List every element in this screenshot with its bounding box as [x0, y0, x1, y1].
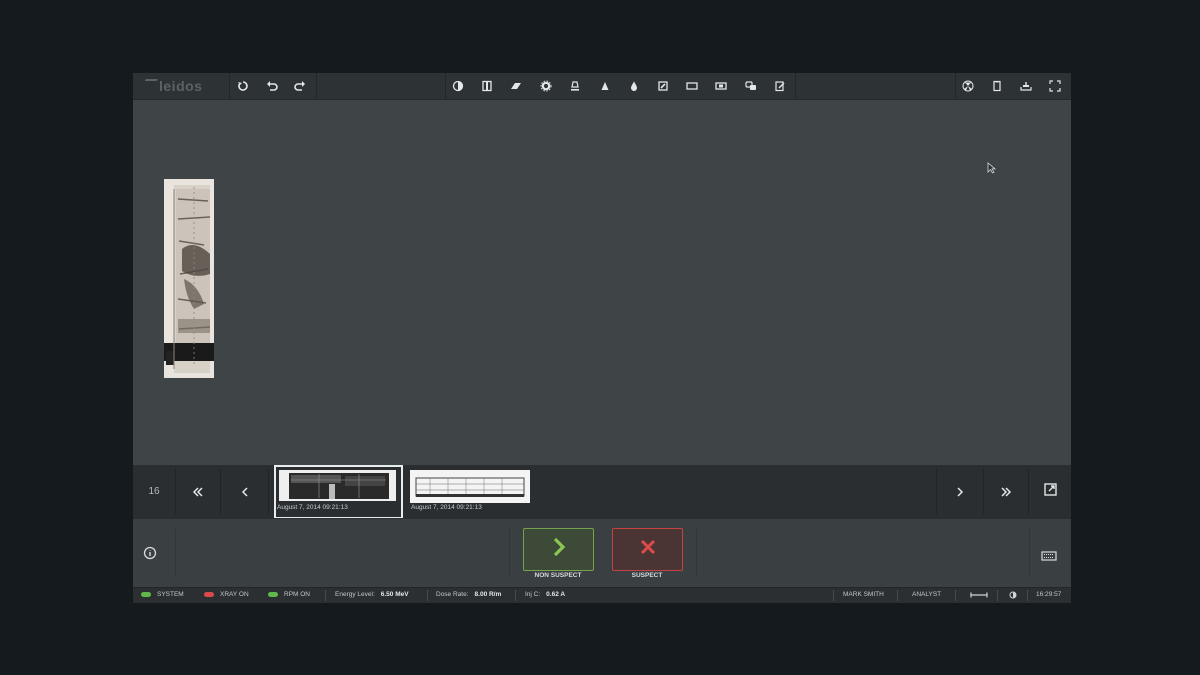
system-status-label: SYSTEM — [157, 591, 184, 598]
redo-icon[interactable] — [291, 77, 309, 95]
leidos-logo: leidos — [140, 77, 203, 95]
chevron-right-icon — [551, 537, 567, 562]
rectangle-icon[interactable] — [683, 77, 701, 95]
thumbnail-strip: 16 August 7, 2014 09:21:13 August 7, 201… — [133, 465, 1071, 519]
brightness-icon[interactable] — [1009, 591, 1017, 599]
chevron-left-icon — [241, 484, 249, 500]
rpm-status: RPM ON — [268, 591, 310, 598]
logo-mark-icon — [140, 79, 158, 89]
energy-level-value: 6.50 MeV — [380, 591, 409, 598]
injector-current-label: Inj C: — [525, 591, 541, 598]
energy-level: Energy Level: 6.50 MeV — [335, 591, 409, 598]
last-image-button[interactable] — [984, 465, 1028, 518]
triangle-icon[interactable] — [596, 77, 614, 95]
eraser-icon[interactable] — [507, 77, 525, 95]
status-bar: SYSTEM XRAY ON RPM ON Energy Level: 6.50… — [133, 587, 1071, 603]
thumbnail-date: August 7, 2014 09:21:13 — [411, 504, 482, 511]
thumbnail-scan-image — [279, 470, 396, 501]
info-icon[interactable] — [143, 546, 157, 565]
rpm-status-led — [268, 592, 278, 597]
injector-current: Inj C: 0.62 A — [525, 591, 565, 598]
thumbnail-scan-image — [410, 470, 530, 503]
note-icon[interactable] — [771, 77, 789, 95]
tray-icon[interactable] — [1017, 77, 1035, 95]
double-chevron-left-icon — [192, 484, 204, 500]
clipboard-icon[interactable] — [988, 77, 1006, 95]
dose-rate-value: 8.00 R/m — [474, 591, 502, 598]
undo-icon[interactable] — [263, 77, 281, 95]
rotate-icon[interactable] — [234, 77, 252, 95]
non-suspect-label: NON SUSPECT — [534, 572, 582, 579]
thumbnail-1[interactable]: August 7, 2014 09:21:13 — [274, 465, 403, 519]
energy-level-label: Energy Level: — [335, 591, 375, 598]
popout-button[interactable] — [1029, 465, 1071, 518]
image-count-label: 16 — [148, 486, 160, 497]
drop-icon[interactable] — [625, 77, 643, 95]
xray-scan-image[interactable] — [164, 179, 214, 378]
lamp-icon[interactable] — [566, 77, 584, 95]
decision-bar: NON SUSPECT SUSPECT — [133, 518, 1071, 587]
previous-image-button[interactable] — [221, 465, 268, 518]
chevron-right-icon — [956, 484, 964, 500]
logo-text: leidos — [159, 78, 203, 94]
region-icon[interactable] — [712, 77, 730, 95]
close-icon — [639, 538, 657, 561]
edit-frame-icon[interactable] — [654, 77, 672, 95]
first-image-button[interactable] — [176, 465, 220, 518]
fullscreen-icon[interactable] — [1046, 77, 1064, 95]
dose-rate: Dose Rate: 8.00 R/m — [436, 591, 501, 598]
keyboard-icon[interactable] — [1041, 548, 1057, 566]
image-count: 16 — [133, 465, 175, 518]
dose-rate-label: Dose Rate: — [436, 591, 469, 598]
injector-current-value: 0.62 A — [546, 591, 566, 598]
top-toolbar: leidos — [133, 73, 1071, 100]
mouse-cursor-icon — [987, 161, 997, 179]
popout-icon — [1043, 482, 1057, 501]
radiation-icon[interactable] — [959, 77, 977, 95]
ruler-icon[interactable] — [970, 592, 988, 598]
xray-status-label: XRAY ON — [220, 591, 249, 598]
columns-icon[interactable] — [478, 77, 496, 95]
contrast-icon[interactable] — [449, 77, 467, 95]
gear-icon[interactable] — [537, 77, 555, 95]
system-status-led — [141, 592, 151, 597]
next-image-button[interactable] — [937, 465, 983, 518]
user-role: ANALYST — [912, 591, 942, 598]
user-name: MARK SMITH — [843, 591, 884, 598]
comment-icon[interactable] — [742, 77, 760, 95]
scanner-app-window: leidos 16 August 7, 2014 09:21:13 August… — [133, 73, 1071, 603]
suspect-button[interactable] — [612, 528, 683, 571]
system-status: SYSTEM — [141, 591, 184, 598]
rpm-status-label: RPM ON — [284, 591, 310, 598]
thumbnail-date: August 7, 2014 09:21:13 — [277, 504, 348, 511]
xray-status: XRAY ON — [204, 591, 249, 598]
xray-status-led — [204, 592, 214, 597]
clock: 16:29:57 — [1036, 591, 1062, 598]
double-chevron-right-icon — [1000, 484, 1012, 500]
image-viewport[interactable] — [133, 100, 1071, 465]
suspect-label: SUSPECT — [631, 572, 663, 579]
non-suspect-button[interactable] — [523, 528, 594, 571]
thumbnail-2[interactable]: August 7, 2014 09:21:13 — [408, 465, 533, 518]
